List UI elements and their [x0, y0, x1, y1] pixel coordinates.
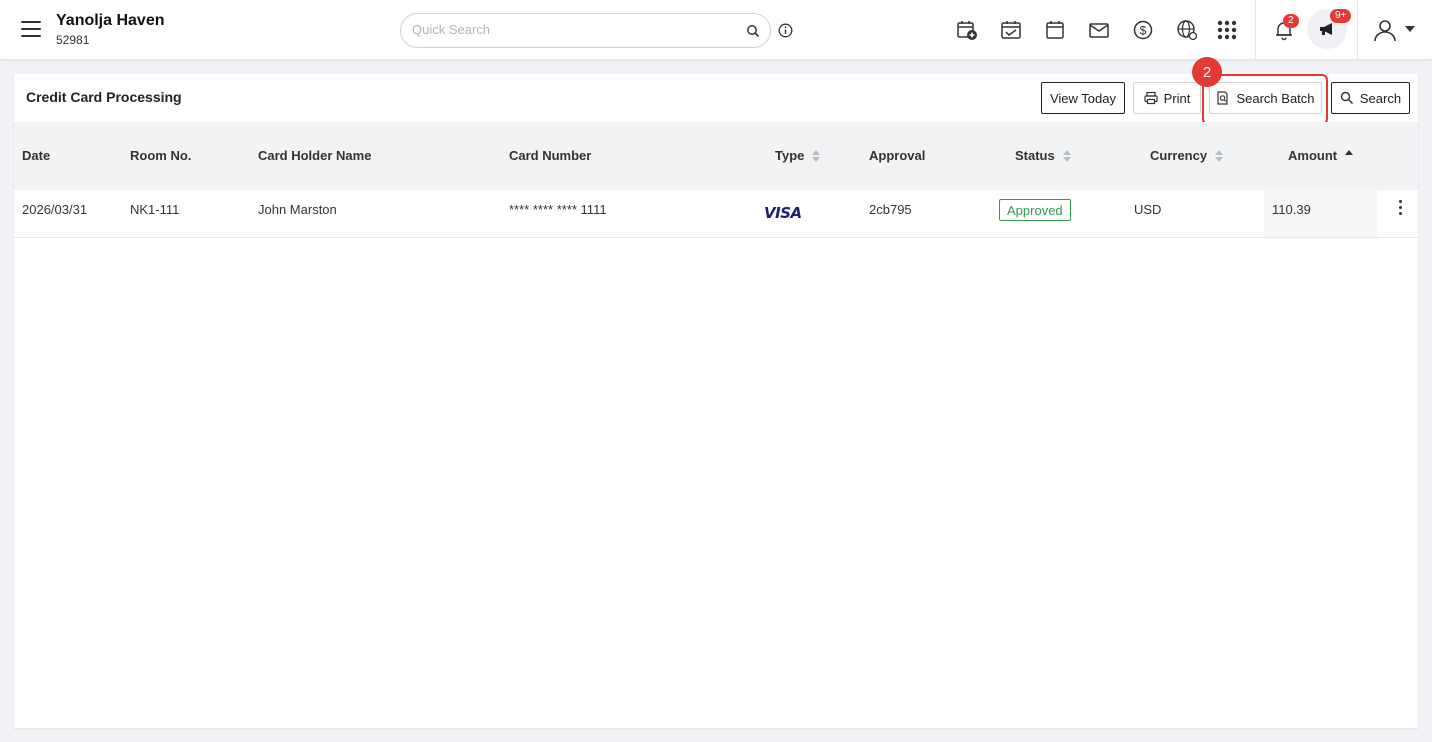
col-approval[interactable]: Approval	[869, 148, 925, 163]
search-button[interactable]: Search	[1331, 82, 1410, 114]
print-button[interactable]: Print	[1133, 82, 1201, 114]
kebab-menu-icon[interactable]	[1397, 200, 1403, 218]
print-label: Print	[1163, 90, 1191, 106]
svg-text:$: $	[1140, 24, 1147, 38]
notification-badge: 2	[1283, 14, 1299, 28]
status-badge: Approved	[999, 199, 1071, 221]
cell-card-number: **** **** **** 1111	[509, 202, 607, 217]
announcement-badge: 9+	[1330, 9, 1352, 23]
view-today-label: View Today	[1049, 90, 1116, 106]
hotel-name: Yanolja Haven	[56, 12, 165, 29]
quick-search-box	[400, 13, 771, 48]
search-batch-label: Search Batch	[1236, 90, 1315, 106]
visa-logo: VISA	[764, 204, 802, 222]
calendar-icon[interactable]	[1043, 18, 1067, 42]
search-batch-button[interactable]: Search Batch	[1209, 82, 1322, 114]
hotel-id: 52981	[56, 33, 90, 47]
view-today-button[interactable]: View Today	[1041, 82, 1125, 114]
dollar-icon[interactable]: $	[1131, 18, 1155, 42]
table-header: Date Room No. Card Holder Name Card Numb…	[14, 122, 1418, 190]
cell-holder: John Marston	[258, 202, 337, 217]
sort-icon[interactable]	[812, 149, 821, 163]
apps-grid-icon[interactable]	[1215, 18, 1239, 42]
top-bar: Yanolja Haven 52981 $ 2 9+	[0, 0, 1432, 60]
col-date[interactable]: Date	[22, 148, 50, 163]
cell-approval: 2cb795	[869, 202, 912, 217]
sort-icon[interactable]	[1215, 149, 1224, 163]
col-holder[interactable]: Card Holder Name	[258, 148, 371, 163]
calendar-add-icon[interactable]	[955, 18, 979, 42]
toolbar-divider	[1357, 0, 1358, 60]
cell-date: 2026/03/31	[22, 202, 88, 217]
user-icon[interactable]	[1372, 17, 1398, 43]
search-batch-icon	[1217, 91, 1229, 105]
table-row[interactable]: 2026/03/31 NK1-111 John Marston **** ***…	[14, 190, 1418, 238]
cell-room: NK1-111	[130, 202, 180, 217]
mail-icon[interactable]	[1087, 18, 1111, 42]
toolbar-divider	[1255, 0, 1256, 60]
sort-icon[interactable]	[1062, 149, 1071, 163]
quick-search-input[interactable]	[412, 22, 732, 37]
col-status[interactable]: Status	[1015, 148, 1071, 163]
page-title: Credit Card Processing	[26, 89, 182, 105]
sort-asc-icon[interactable]	[1345, 149, 1354, 163]
caret-down-icon[interactable]	[1405, 26, 1415, 32]
print-icon	[1144, 91, 1158, 105]
calendar-check-icon[interactable]	[999, 18, 1023, 42]
info-icon[interactable]	[778, 23, 793, 38]
menu-icon[interactable]	[21, 21, 41, 37]
col-amount[interactable]: Amount	[1288, 148, 1354, 163]
cell-amount: 110.39	[1272, 202, 1311, 217]
search-icon[interactable]	[746, 24, 760, 38]
cell-currency: USD	[1134, 202, 1162, 217]
credit-card-panel: Credit Card Processing View Today Print …	[14, 57, 1418, 728]
col-currency[interactable]: Currency	[1150, 148, 1224, 163]
step-badge: 2	[1192, 57, 1222, 87]
search-icon	[1340, 91, 1353, 105]
col-card-number[interactable]: Card Number	[509, 148, 591, 163]
col-type[interactable]: Type	[775, 148, 821, 163]
globe-icon[interactable]	[1175, 18, 1199, 42]
search-label: Search	[1359, 90, 1402, 106]
col-room[interactable]: Room No.	[130, 148, 191, 163]
